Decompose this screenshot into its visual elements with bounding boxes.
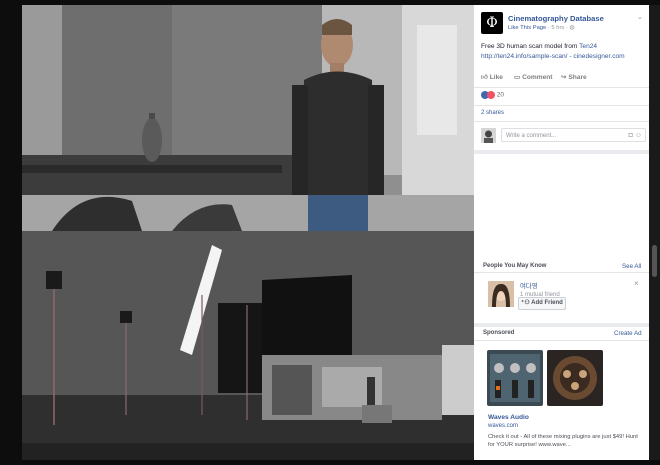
camera-icon[interactable]: ◘ — [629, 132, 633, 139]
phi-logo-icon[interactable]: Φ — [481, 12, 503, 34]
facebook-post-panel: Φ Cinematography Database Like This Page… — [474, 5, 649, 460]
comment-button[interactable]: ▭ Comment — [514, 73, 552, 81]
post-time: · 5 hrs · — [547, 25, 568, 31]
reaction-count: 20 — [496, 91, 504, 99]
scrollbar[interactable] — [649, 5, 660, 460]
avatar[interactable] — [488, 281, 514, 307]
post-photo[interactable] — [22, 5, 474, 460]
like-label: Like — [489, 74, 503, 81]
comment-input[interactable]: Write a comment... ◘ ☺ — [501, 128, 646, 142]
share-button[interactable]: ↪ Share — [561, 73, 587, 81]
divider — [474, 105, 649, 106]
chevron-down-icon[interactable]: ⌄ — [637, 13, 643, 21]
ad-image[interactable] — [487, 350, 543, 406]
pymk-title: People You May Know — [483, 263, 547, 269]
smiley-icon[interactable]: ☺ — [635, 132, 642, 139]
ad-image[interactable] — [547, 350, 603, 406]
divider — [474, 121, 649, 122]
globe-icon: ◍ — [569, 25, 575, 31]
mention-link[interactable]: Ten24 — [579, 43, 597, 50]
add-friend-button[interactable]: ⁺⚇ Add Friend — [518, 297, 566, 310]
comment-row: Write a comment... ◘ ☺ — [481, 127, 646, 143]
post-meta: Like This Page · 5 hrs · ◍ — [508, 25, 575, 31]
sponsored-title: Sponsored — [483, 330, 515, 336]
section-gap — [474, 323, 649, 327]
comment-label: Comment — [522, 74, 553, 81]
add-friend-label: Add Friend — [531, 300, 563, 306]
comment-icon: ▭ — [514, 74, 521, 81]
avatar — [481, 128, 496, 143]
share-icon: ↪ — [561, 74, 567, 81]
reactions-summary[interactable]: 20 — [481, 91, 504, 99]
post-text: Free 3D human scan model from Ten24 http… — [481, 42, 646, 61]
thumbs-up-icon: 👍︎ — [481, 74, 488, 81]
create-ad-link[interactable]: Create Ad — [614, 330, 642, 337]
pymk-person-name[interactable]: 여다영 — [520, 281, 538, 290]
post-text-prefix: Free 3D human scan model from — [481, 43, 580, 50]
post-header: Φ Cinematography Database Like This Page… — [474, 5, 649, 38]
share-label: Share — [568, 74, 587, 81]
divider — [474, 87, 649, 88]
like-page-link[interactable]: Like This Page — [508, 25, 546, 31]
divider — [474, 272, 649, 273]
ad-description: Check it out - All of these mixing plugi… — [488, 434, 638, 448]
comment-placeholder: Write a comment... — [506, 133, 557, 139]
post-link[interactable]: http://ten24.info/sample-scan/ - cinedes… — [481, 53, 625, 60]
section-gap — [474, 150, 649, 154]
ad-title-link[interactable]: Waves Audio — [488, 414, 529, 421]
shares-link[interactable]: 2 shares — [481, 110, 504, 116]
close-icon[interactable]: × — [634, 279, 639, 288]
page-name-link[interactable]: Cinematography Database — [508, 14, 604, 23]
divider — [474, 340, 649, 341]
add-friend-icon: ⁺⚇ — [521, 300, 530, 306]
ad-url-link[interactable]: waves.com — [488, 423, 518, 429]
post-actions: 👍︎ Like ▭ Comment ↪ Share — [481, 71, 646, 85]
see-all-link[interactable]: See All — [622, 263, 641, 270]
like-button[interactable]: 👍︎ Like — [481, 73, 503, 81]
love-reaction-icon — [487, 91, 495, 99]
photo-scene — [22, 5, 474, 460]
scrollbar-thumb[interactable] — [652, 245, 657, 277]
